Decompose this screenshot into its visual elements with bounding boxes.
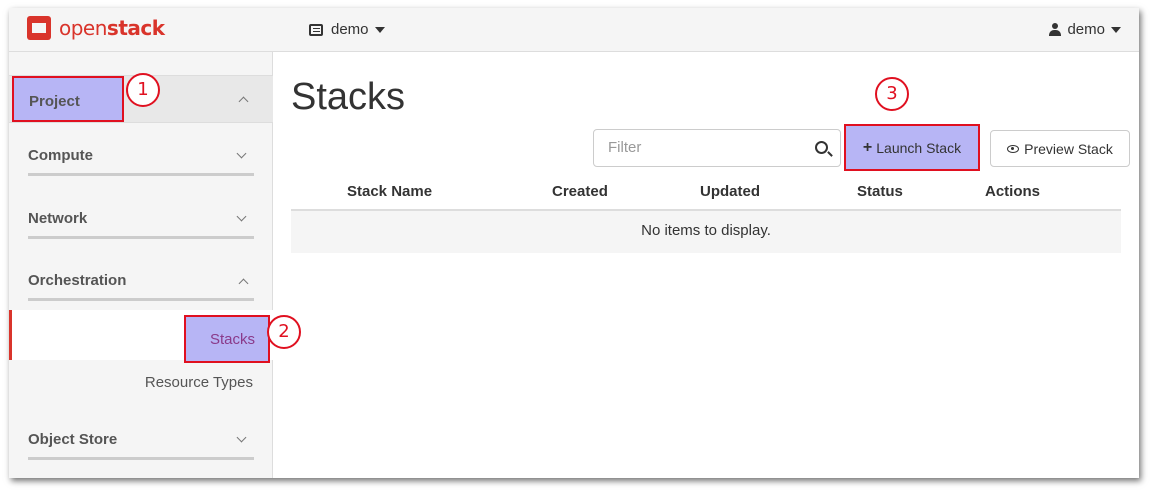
project-list-icon xyxy=(309,23,323,36)
sidebar-stacks-label[interactable]: Stacks xyxy=(184,315,270,363)
sidebar-item-stacks[interactable]: Stacks xyxy=(9,310,273,363)
sidebar-compute-label: Compute xyxy=(28,147,93,164)
column-header-actions: Actions xyxy=(985,183,1041,200)
column-header-stack-name[interactable]: Stack Name xyxy=(347,183,432,200)
preview-stack-button[interactable]: Preview Stack xyxy=(990,130,1130,167)
top-navbar: openstack demo demo xyxy=(9,8,1139,52)
filter-input[interactable] xyxy=(608,130,808,164)
sidebar-item-object-store[interactable]: Object Store xyxy=(28,422,254,460)
page-title: Stacks xyxy=(291,76,406,118)
empty-table-row: No items to display. xyxy=(291,211,1121,253)
search-icon[interactable] xyxy=(815,141,828,154)
chevron-down-icon xyxy=(236,148,247,159)
chevron-up-icon xyxy=(238,278,249,289)
sidebar: Project Compute Network Orchestration St… xyxy=(9,52,273,478)
sidebar-network-label: Network xyxy=(28,210,88,227)
launch-stack-label: Launch Stack xyxy=(876,139,962,156)
sidebar-orchestration-label: Orchestration xyxy=(28,272,127,289)
brand-name: openstack xyxy=(59,16,165,40)
sidebar-item-network[interactable]: Network xyxy=(28,201,254,239)
caret-down-icon xyxy=(1111,26,1121,33)
project-dropdown-label: demo xyxy=(331,21,369,38)
chevron-up-icon xyxy=(238,96,249,107)
column-header-updated[interactable]: Updated xyxy=(700,183,760,200)
sidebar-item-resource-types[interactable]: Resource Types xyxy=(145,374,253,391)
chevron-down-icon xyxy=(236,211,247,222)
column-header-created[interactable]: Created xyxy=(552,183,608,200)
annotation-badge-3: 3 xyxy=(875,77,909,111)
project-dropdown[interactable]: demo xyxy=(309,21,385,38)
stacks-table: Stack Name Created Updated Status Action… xyxy=(291,174,1121,253)
user-icon xyxy=(1049,23,1062,36)
sidebar-item-orchestration[interactable]: Orchestration xyxy=(28,263,254,301)
column-header-status[interactable]: Status xyxy=(857,183,903,200)
sidebar-item-compute[interactable]: Compute xyxy=(28,138,254,176)
user-dropdown[interactable]: demo xyxy=(1049,21,1121,38)
user-dropdown-label: demo xyxy=(1067,21,1105,38)
sidebar-object-store-label: Object Store xyxy=(28,431,118,448)
app-window: openstack demo demo Project Compute Netw… xyxy=(9,8,1139,478)
openstack-logo[interactable]: openstack xyxy=(27,16,165,40)
sidebar-project-label[interactable]: Project xyxy=(12,76,124,122)
plus-icon: + xyxy=(862,138,873,156)
chevron-down-icon xyxy=(236,432,247,443)
annotation-badge-1: 1 xyxy=(126,73,160,107)
caret-down-icon xyxy=(374,26,385,33)
main-content: Stacks + Launch Stack Preview Stack Stac… xyxy=(273,52,1139,478)
filter-field[interactable] xyxy=(593,129,841,167)
annotation-badge-2: 2 xyxy=(267,315,301,349)
eye-icon xyxy=(1007,144,1020,153)
launch-stack-button[interactable]: + Launch Stack xyxy=(844,124,980,171)
table-header: Stack Name Created Updated Status Action… xyxy=(291,174,1121,211)
preview-stack-label: Preview Stack xyxy=(1024,140,1113,157)
openstack-logo-icon xyxy=(27,16,51,40)
